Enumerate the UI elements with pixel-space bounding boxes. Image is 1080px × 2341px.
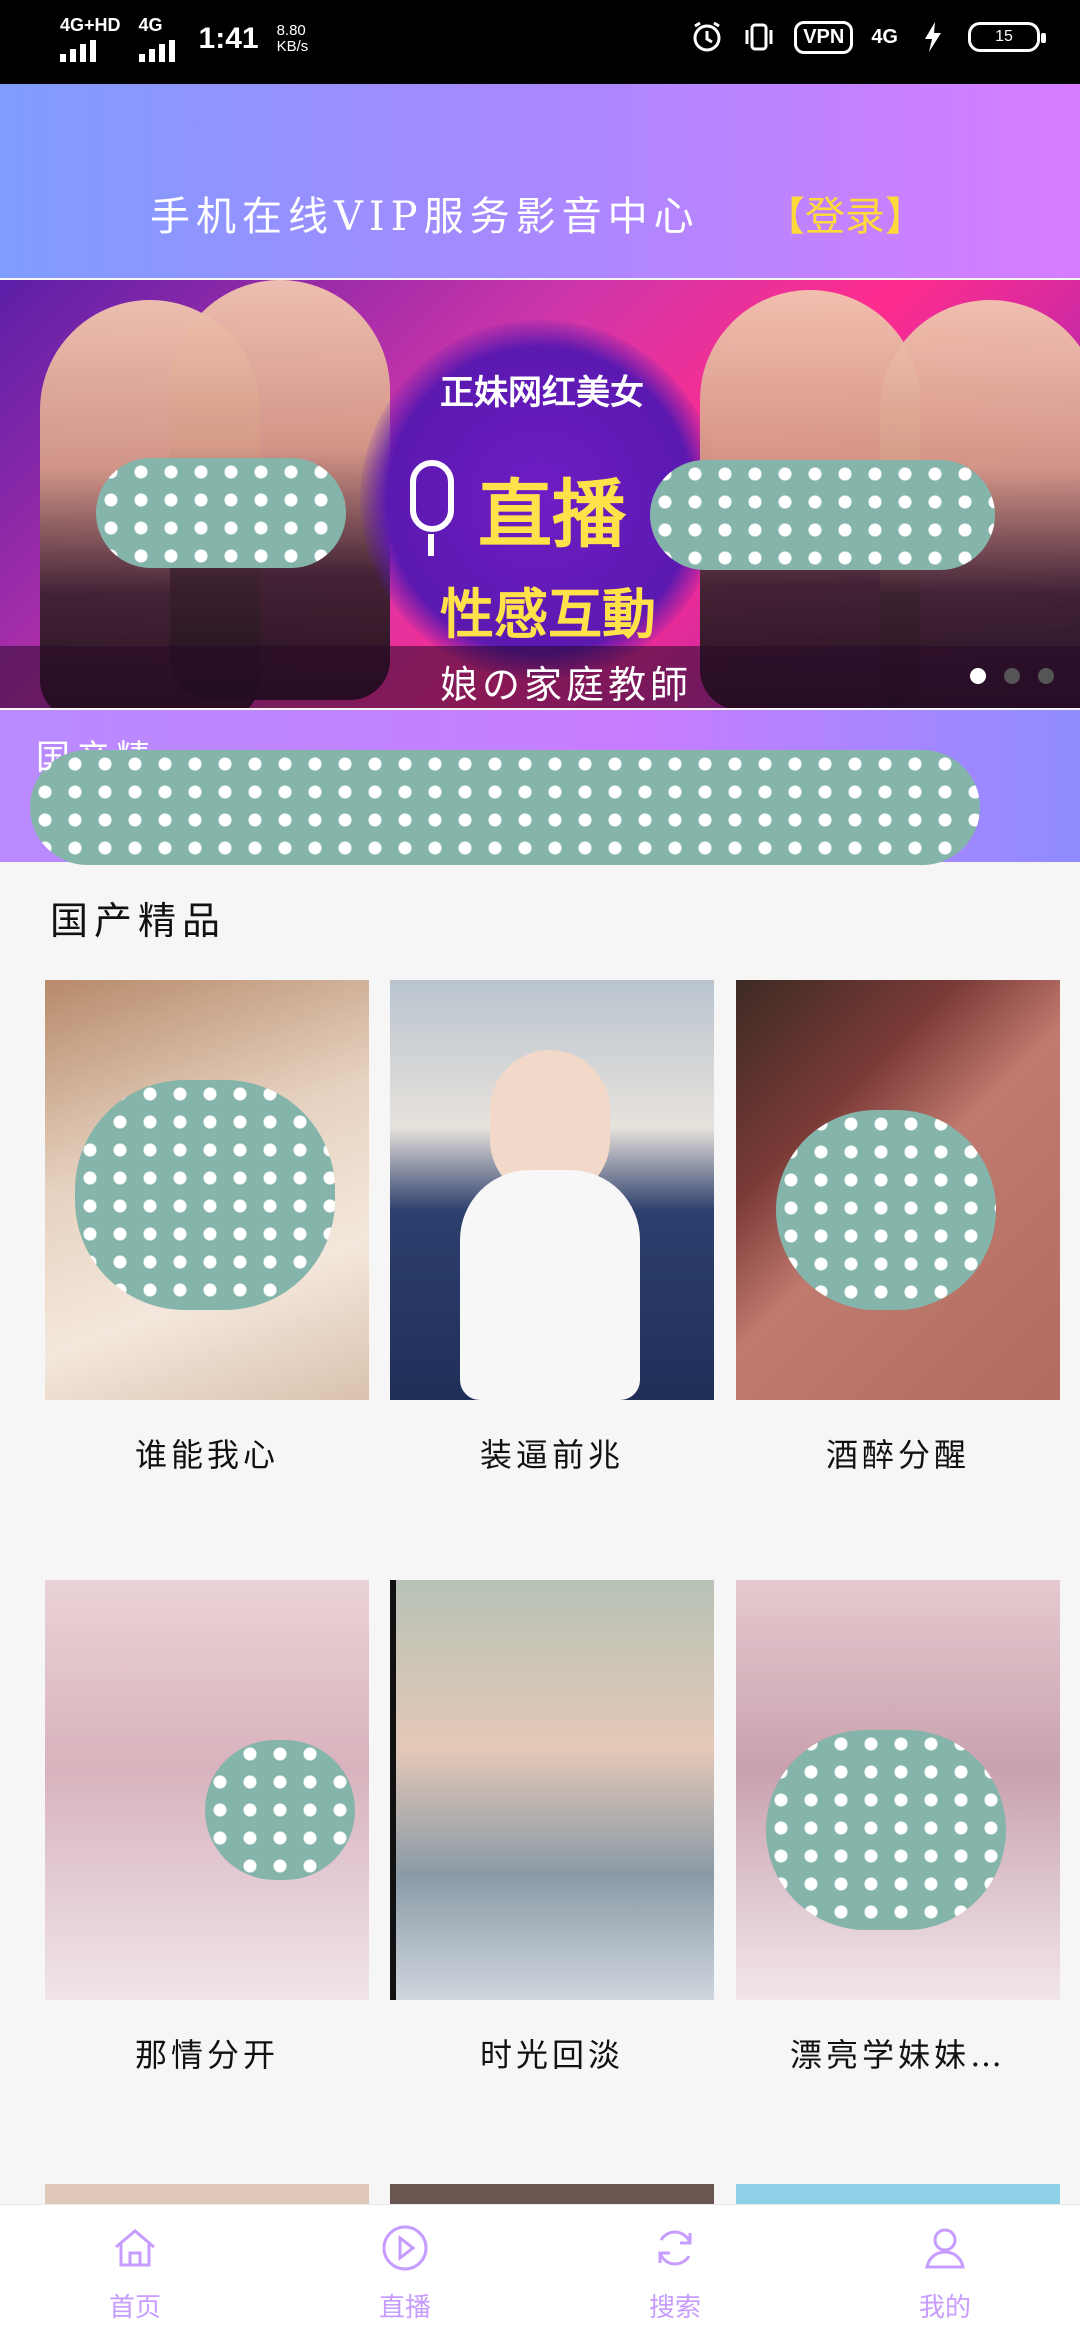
video-thumbnail[interactable]	[736, 980, 1060, 1400]
alarm-icon	[690, 20, 724, 54]
video-thumbnail[interactable]	[45, 1580, 369, 2000]
banner-caption: 娘の家庭教師	[440, 663, 693, 707]
user-icon	[925, 2228, 965, 2269]
app-title: 手机在线VIP服务影音中心	[150, 194, 700, 240]
signal-indicator-2: 4G	[138, 15, 175, 62]
charging-icon	[916, 20, 950, 54]
speed-unit: KB/s	[276, 38, 309, 55]
banner-line-2: 直播	[478, 472, 626, 558]
video-title[interactable]: 漂亮学妹妹…	[736, 2030, 1060, 2076]
video-card[interactable]: 那情分开	[45, 1580, 369, 2074]
nav-label: 我的	[918, 2293, 971, 2323]
play-icon	[382, 2225, 428, 2271]
speed-value: 8.80	[276, 22, 306, 39]
battery-indicator: 15	[968, 22, 1046, 52]
video-thumbnail-partial[interactable]	[736, 2184, 1060, 2204]
app-header: 手机在线VIP服务影音中心 【登录】	[0, 84, 1080, 278]
signal-bars-icon	[60, 38, 96, 62]
video-title[interactable]: 时光回淡	[390, 2030, 714, 2076]
video-title[interactable]: 装逼前兆	[390, 1430, 714, 1476]
censor-blob	[776, 1110, 996, 1310]
person-dress	[460, 1170, 640, 1400]
network-label-right: 4G	[871, 26, 898, 48]
video-thumbnail[interactable]	[45, 980, 369, 1400]
video-thumbnail-partial[interactable]	[390, 2184, 714, 2204]
censor-blob	[205, 1740, 355, 1880]
carousel-dot[interactable]	[1038, 668, 1054, 684]
nav-label: 搜索	[648, 2293, 701, 2323]
video-thumbnail[interactable]	[390, 980, 714, 1400]
microphone-icon	[410, 460, 454, 556]
thumbnail-border	[390, 1580, 396, 2000]
video-thumbnail[interactable]	[390, 1580, 714, 2000]
login-link[interactable]: 【登录】	[765, 184, 925, 242]
video-title[interactable]: 那情分开	[45, 2030, 369, 2076]
video-title[interactable]: 谁能我心	[45, 1430, 369, 1476]
video-thumbnail[interactable]	[736, 1580, 1060, 2000]
section-title: 国产精品	[50, 899, 227, 943]
carousel-dot[interactable]	[970, 668, 986, 684]
censor-blob	[650, 460, 995, 570]
video-card[interactable]: 漂亮学妹妹…	[736, 1580, 1060, 2074]
announcement-marquee[interactable]: 国产精	[0, 710, 1080, 865]
video-card[interactable]: 时光回淡	[390, 1580, 714, 2074]
clock: 1:41	[198, 22, 259, 55]
home-icon	[115, 2229, 155, 2267]
video-card[interactable]: 装逼前兆	[390, 980, 714, 1474]
censor-blob	[75, 1080, 335, 1310]
status-bar: 4G+HD 4G 1:41 8.80 KB/s VPN 4G 15	[0, 0, 1080, 84]
nav-home[interactable]: 首页	[65, 2223, 205, 2324]
video-title[interactable]: 酒醉分醒	[736, 1430, 1060, 1476]
video-card[interactable]: 谁能我心	[45, 980, 369, 1474]
signal-bars-icon	[138, 38, 175, 62]
signal-indicator-1: 4G+HD	[60, 16, 121, 62]
network-label-2: 4G	[138, 15, 163, 35]
carousel-dot[interactable]	[1004, 668, 1020, 684]
network-speed: 8.80 KB/s	[277, 23, 309, 55]
refresh-icon	[658, 2230, 692, 2266]
network-label-1: 4G+HD	[60, 15, 121, 35]
nav-mine[interactable]: 我的	[875, 2223, 1015, 2324]
banner-line-1: 正妹网红美女	[440, 373, 644, 413]
nav-live[interactable]: 直播	[335, 2223, 475, 2324]
censor-blob	[96, 458, 346, 568]
censor-blob	[30, 750, 980, 865]
nav-label: 首页	[108, 2293, 161, 2323]
vpn-badge: VPN	[794, 20, 854, 54]
vibrate-icon	[742, 20, 776, 54]
nav-search[interactable]: 搜索	[605, 2223, 745, 2324]
promo-banner[interactable]: 正妹网红美女 直播 性感互動 娘の家庭教師	[0, 280, 1080, 708]
nav-label: 直播	[378, 2293, 431, 2323]
video-thumbnail-partial[interactable]	[45, 2184, 369, 2204]
video-card[interactable]: 酒醉分醒	[736, 980, 1060, 1474]
banner-caption-bar: 娘の家庭教師	[0, 646, 1080, 708]
carousel-dots[interactable]	[970, 668, 1054, 684]
banner-line-3: 性感互動	[440, 583, 656, 646]
censor-blob	[766, 1730, 1006, 1930]
bottom-navigation: 首页 直播 搜索 我的	[0, 2204, 1080, 2341]
